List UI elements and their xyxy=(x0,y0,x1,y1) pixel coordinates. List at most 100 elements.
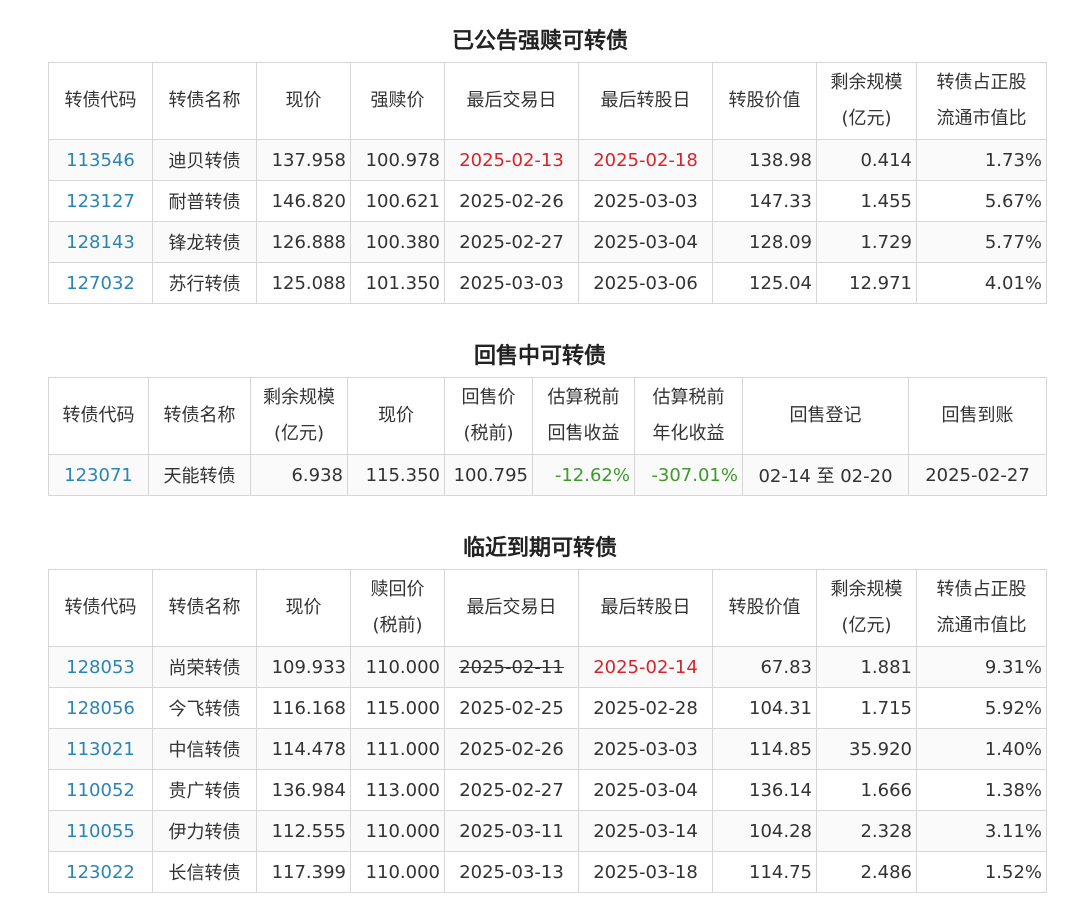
maturity-table: 转债代码 转债名称 现价 赎回价 (税前) 最后交易日 最后转股日 转股价值 剩余规模 (亿元) 转… xyxy=(48,569,1047,893)
maturity-cell-7: 1.666 xyxy=(816,769,917,811)
putback-header-8: 回售到账 xyxy=(908,377,1047,455)
redemption-header-8: 转债占正股 流通市值比 xyxy=(916,62,1047,140)
redemption-header-1: 转债名称 xyxy=(152,62,257,140)
redemption-cell-3: 100.380 xyxy=(350,221,445,263)
redemption-cell-5: 2025-03-03 xyxy=(578,180,713,222)
bond-name: 伊力转债 xyxy=(152,810,257,852)
maturity-cell-5: 2025-02-28 xyxy=(578,687,713,729)
bond-code-link[interactable]: 128056 xyxy=(48,687,153,729)
table-row: 110052 贵广转债 136.984 113.000 2025-02-27 2025-0… xyxy=(48,769,1047,811)
bond-code-link[interactable]: 123022 xyxy=(48,851,153,893)
putback-header-1: 转债名称 xyxy=(148,377,251,455)
bond-code-link[interactable]: 110052 xyxy=(48,769,153,811)
redemption-cell-4: 2025-03-03 xyxy=(444,262,579,304)
maturity-header-3: 赎回价 (税前) xyxy=(350,569,445,647)
maturity-header-1: 转债名称 xyxy=(152,569,257,647)
redemption-cell-6: 138.98 xyxy=(712,139,817,181)
maturity-cell-6: 114.75 xyxy=(712,851,817,893)
maturity-cell-6: 104.28 xyxy=(712,810,817,852)
bond-name: 长信转债 xyxy=(152,851,257,893)
putback-header-6: 估算税前 年化收益 xyxy=(634,377,743,455)
redemption-cell-8: 4.01% xyxy=(916,262,1047,304)
table-row: 128143 锋龙转债 126.888 100.380 2025-02-27 2025-0… xyxy=(48,221,1047,263)
putback-header-3: 现价 xyxy=(347,377,445,455)
maturity-cell-2: 116.168 xyxy=(256,687,351,729)
redemption-cell-5: 2025-03-06 xyxy=(578,262,713,304)
maturity-cell-8: 9.31% xyxy=(916,646,1047,688)
maturity-cell-6: 104.31 xyxy=(712,687,817,729)
putback-header-2: 剩余规模 (亿元) xyxy=(250,377,348,455)
redemption-cell-2: 146.820 xyxy=(256,180,351,222)
maturity-cell-5: 2025-03-18 xyxy=(578,851,713,893)
redemption-title: 已公告强赎可转债 xyxy=(451,29,628,54)
bond-code-link[interactable]: 123127 xyxy=(48,180,153,222)
maturity-cell-7: 35.920 xyxy=(816,728,917,770)
redemption-cell-7: 0.414 xyxy=(816,139,917,181)
maturity-cell-2: 109.933 xyxy=(256,646,351,688)
maturity-header-6: 转股价值 xyxy=(712,569,817,647)
redemption-cell-7: 1.455 xyxy=(816,180,917,222)
bond-code-link[interactable]: 113021 xyxy=(48,728,153,770)
maturity-cell-5: 2025-03-04 xyxy=(578,769,713,811)
maturity-cell-4: 2025-02-25 xyxy=(444,687,579,729)
redemption-header-0: 转债代码 xyxy=(48,62,153,140)
maturity-cell-5: 2025-03-14 xyxy=(578,810,713,852)
bond-code-link[interactable]: 113546 xyxy=(48,139,153,181)
maturity-cell-2: 112.555 xyxy=(256,810,351,852)
putback-header-0: 转债代码 xyxy=(48,377,149,455)
bond-name: 天能转债 xyxy=(148,454,251,496)
bond-code-link[interactable]: 127032 xyxy=(48,262,153,304)
redemption-cell-2: 126.888 xyxy=(256,221,351,263)
maturity-cell-7: 2.486 xyxy=(816,851,917,893)
bond-code-link[interactable]: 128143 xyxy=(48,221,153,263)
maturity-cell-8: 1.52% xyxy=(916,851,1047,893)
maturity-cell-3: 113.000 xyxy=(350,769,445,811)
putback-title: 回售中可转债 xyxy=(473,344,606,369)
maturity-cell-6: 114.85 xyxy=(712,728,817,770)
redemption-cell-5: 2025-02-18 xyxy=(578,139,713,181)
bond-code-link[interactable]: 128053 xyxy=(48,646,153,688)
table-row: 123071 天能转债 6.938 115.350 100.795 -12.62% -307… xyxy=(48,454,1047,496)
redemption-cell-5: 2025-03-04 xyxy=(578,221,713,263)
redemption-cell-2: 137.958 xyxy=(256,139,351,181)
redemption-header-7: 剩余规模 (亿元) xyxy=(816,62,917,140)
maturity-cell-3: 111.000 xyxy=(350,728,445,770)
redemption-cell-4: 2025-02-26 xyxy=(444,180,579,222)
maturity-cell-3: 110.000 xyxy=(350,646,445,688)
maturity-cell-6: 67.83 xyxy=(712,646,817,688)
table-row: 123127 耐普转债 146.820 100.621 2025-02-26 2025-0… xyxy=(48,180,1047,222)
maturity-cell-5: 2025-02-14 xyxy=(578,646,713,688)
redemption-cell-3: 100.978 xyxy=(350,139,445,181)
bond-name: 今飞转债 xyxy=(152,687,257,729)
bond-code-link[interactable]: 110055 xyxy=(48,810,153,852)
putback-cell-6: -307.01% xyxy=(634,454,743,496)
redemption-cell-3: 101.350 xyxy=(350,262,445,304)
maturity-cell-2: 114.478 xyxy=(256,728,351,770)
putback-cell-3: 115.350 xyxy=(347,454,445,496)
redemption-header-4: 最后交易日 xyxy=(444,62,579,140)
table-row: 113546 迪贝转债 137.958 100.978 2025-02-13 2025-0… xyxy=(48,139,1047,181)
maturity-cell-2: 117.399 xyxy=(256,851,351,893)
bond-name: 中信转债 xyxy=(152,728,257,770)
putback-cell-5: -12.62% xyxy=(532,454,635,496)
redemption-cell-4: 2025-02-27 xyxy=(444,221,579,263)
redemption-table: 转债代码 转债名称 现价 强赎价 最后交易日 最后转股日 转股价值 剩余规模 (亿元) 转债占正股… xyxy=(48,62,1047,304)
maturity-cell-3: 110.000 xyxy=(350,851,445,893)
maturity-cell-7: 2.328 xyxy=(816,810,917,852)
maturity-title: 临近到期可转债 xyxy=(462,536,617,561)
bond-code-link[interactable]: 123071 xyxy=(48,454,149,496)
table-row: 110055 伊力转债 112.555 110.000 2025-03-11 2025-0… xyxy=(48,810,1047,852)
redemption-cell-8: 5.77% xyxy=(916,221,1047,263)
putback-header-7: 回售登记 xyxy=(742,377,909,455)
redemption-cell-4: 2025-02-13 xyxy=(444,139,579,181)
maturity-cell-3: 110.000 xyxy=(350,810,445,852)
bond-name: 锋龙转债 xyxy=(152,221,257,263)
maturity-cell-4: 2025-02-27 xyxy=(444,769,579,811)
maturity-header-4: 最后交易日 xyxy=(444,569,579,647)
maturity-cell-8: 1.38% xyxy=(916,769,1047,811)
redemption-header-3: 强赎价 xyxy=(350,62,445,140)
maturity-header-0: 转债代码 xyxy=(48,569,153,647)
bond-name: 迪贝转债 xyxy=(152,139,257,181)
table-row: 123022 长信转债 117.399 110.000 2025-03-13 2025-0… xyxy=(48,851,1047,893)
maturity-cell-4: 2025-03-11 xyxy=(444,810,579,852)
